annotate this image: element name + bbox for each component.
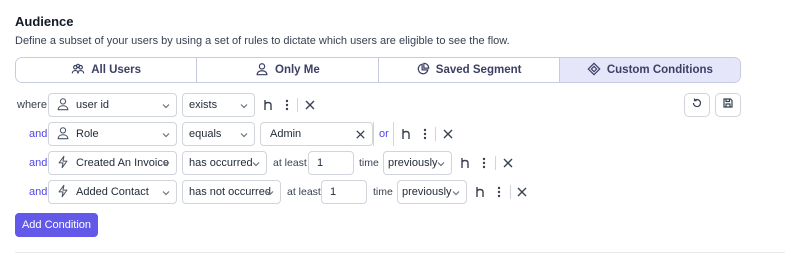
reset-button[interactable] — [684, 93, 710, 117]
user-icon — [255, 62, 269, 79]
operator-select[interactable]: exists — [182, 93, 255, 117]
save-button[interactable] — [715, 93, 741, 117]
operator-select[interactable]: equals — [182, 122, 255, 146]
user-icon — [49, 126, 76, 143]
tab-saved-segment[interactable]: Saved Segment — [378, 58, 560, 82]
users-icon — [71, 62, 85, 79]
time-label: time — [359, 157, 379, 169]
operator-select-value: has occurred — [189, 157, 253, 169]
tab-label: Only Me — [275, 64, 320, 76]
formula-icon[interactable] — [400, 127, 414, 141]
clear-icon[interactable] — [354, 128, 367, 141]
field-select-value: Role — [76, 128, 99, 140]
close-icon[interactable] — [501, 156, 515, 170]
divider — [297, 98, 298, 112]
close-icon[interactable] — [303, 98, 317, 112]
tab-all-users[interactable]: All Users — [16, 58, 198, 82]
divider — [510, 185, 511, 199]
condition-connector: and — [29, 128, 48, 140]
audience-tabs: All Users Only Me Saved Segment Custom C… — [15, 57, 741, 83]
tab-label: Saved Segment — [435, 64, 522, 76]
tab-custom-conditions[interactable]: Custom Conditions — [559, 58, 740, 82]
field-select-value: user id — [76, 99, 110, 111]
at-least-label: at least — [273, 157, 307, 169]
add-condition-button[interactable]: Add Condition — [15, 213, 98, 237]
condition-connector: where — [17, 99, 47, 111]
time-label: time — [373, 186, 393, 198]
field-select-value: Created An Invoice — [76, 157, 169, 169]
user-icon — [49, 97, 76, 114]
operator-select[interactable]: has occurred — [182, 151, 267, 175]
more-options-icon[interactable] — [280, 98, 294, 112]
condition-connector: and — [29, 157, 48, 169]
value-input[interactable]: Admin — [260, 122, 373, 146]
condition-row: and Role equals Admin or — [0, 122, 800, 146]
section-divider — [15, 252, 785, 253]
at-least-label: at least — [287, 186, 321, 198]
operator-select-value: equals — [189, 128, 222, 140]
count-input-value: 1 — [317, 157, 324, 169]
formula-icon[interactable] — [262, 98, 276, 112]
count-input[interactable]: 1 — [321, 180, 367, 204]
section-description: Define a subset of your users by using a… — [15, 35, 510, 47]
time-select-value: previously — [402, 186, 452, 198]
time-select[interactable]: previously — [383, 151, 452, 175]
divider — [393, 122, 394, 146]
save-icon — [722, 96, 734, 114]
pie-chart-icon — [416, 62, 430, 79]
divider — [495, 156, 496, 170]
field-select[interactable]: Role — [48, 122, 177, 146]
refresh-icon — [691, 96, 703, 114]
time-select-value: previously — [388, 157, 438, 169]
condition-row: and Created An Invoice has occurred at l… — [0, 151, 800, 175]
more-options-icon[interactable] — [492, 185, 506, 199]
section-title: Audience — [15, 14, 74, 29]
count-input[interactable]: 1 — [308, 151, 354, 175]
field-select[interactable]: user id — [48, 93, 177, 117]
more-options-icon[interactable] — [477, 156, 491, 170]
tab-only-me[interactable]: Only Me — [197, 58, 379, 82]
tab-label: Custom Conditions — [606, 64, 713, 76]
operator-select-value: exists — [189, 99, 218, 111]
lightning-icon — [49, 184, 76, 201]
field-select[interactable]: Created An Invoice — [48, 151, 177, 175]
divider — [373, 122, 374, 146]
or-button[interactable]: or — [379, 122, 389, 146]
count-input-value: 1 — [330, 186, 337, 198]
diamond-icon — [587, 61, 601, 79]
operator-select-value: has not occurred — [189, 186, 271, 198]
tab-label: All Users — [91, 64, 142, 76]
lightning-icon — [49, 155, 76, 172]
field-select-value: Added Contact — [76, 186, 149, 198]
condition-connector: and — [29, 186, 48, 198]
divider — [435, 127, 436, 141]
field-select[interactable]: Added Contact — [48, 180, 177, 204]
condition-row: where user id exists — [0, 93, 800, 117]
operator-select[interactable]: has not occurred — [182, 180, 281, 204]
close-icon[interactable] — [515, 185, 529, 199]
condition-row: and Added Contact has not occurred at le… — [0, 180, 800, 204]
formula-icon[interactable] — [474, 185, 488, 199]
formula-icon[interactable] — [459, 156, 473, 170]
time-select[interactable]: previously — [397, 180, 467, 204]
more-options-icon[interactable] — [418, 127, 432, 141]
value-input-text: Admin — [270, 128, 302, 140]
close-icon[interactable] — [441, 127, 455, 141]
